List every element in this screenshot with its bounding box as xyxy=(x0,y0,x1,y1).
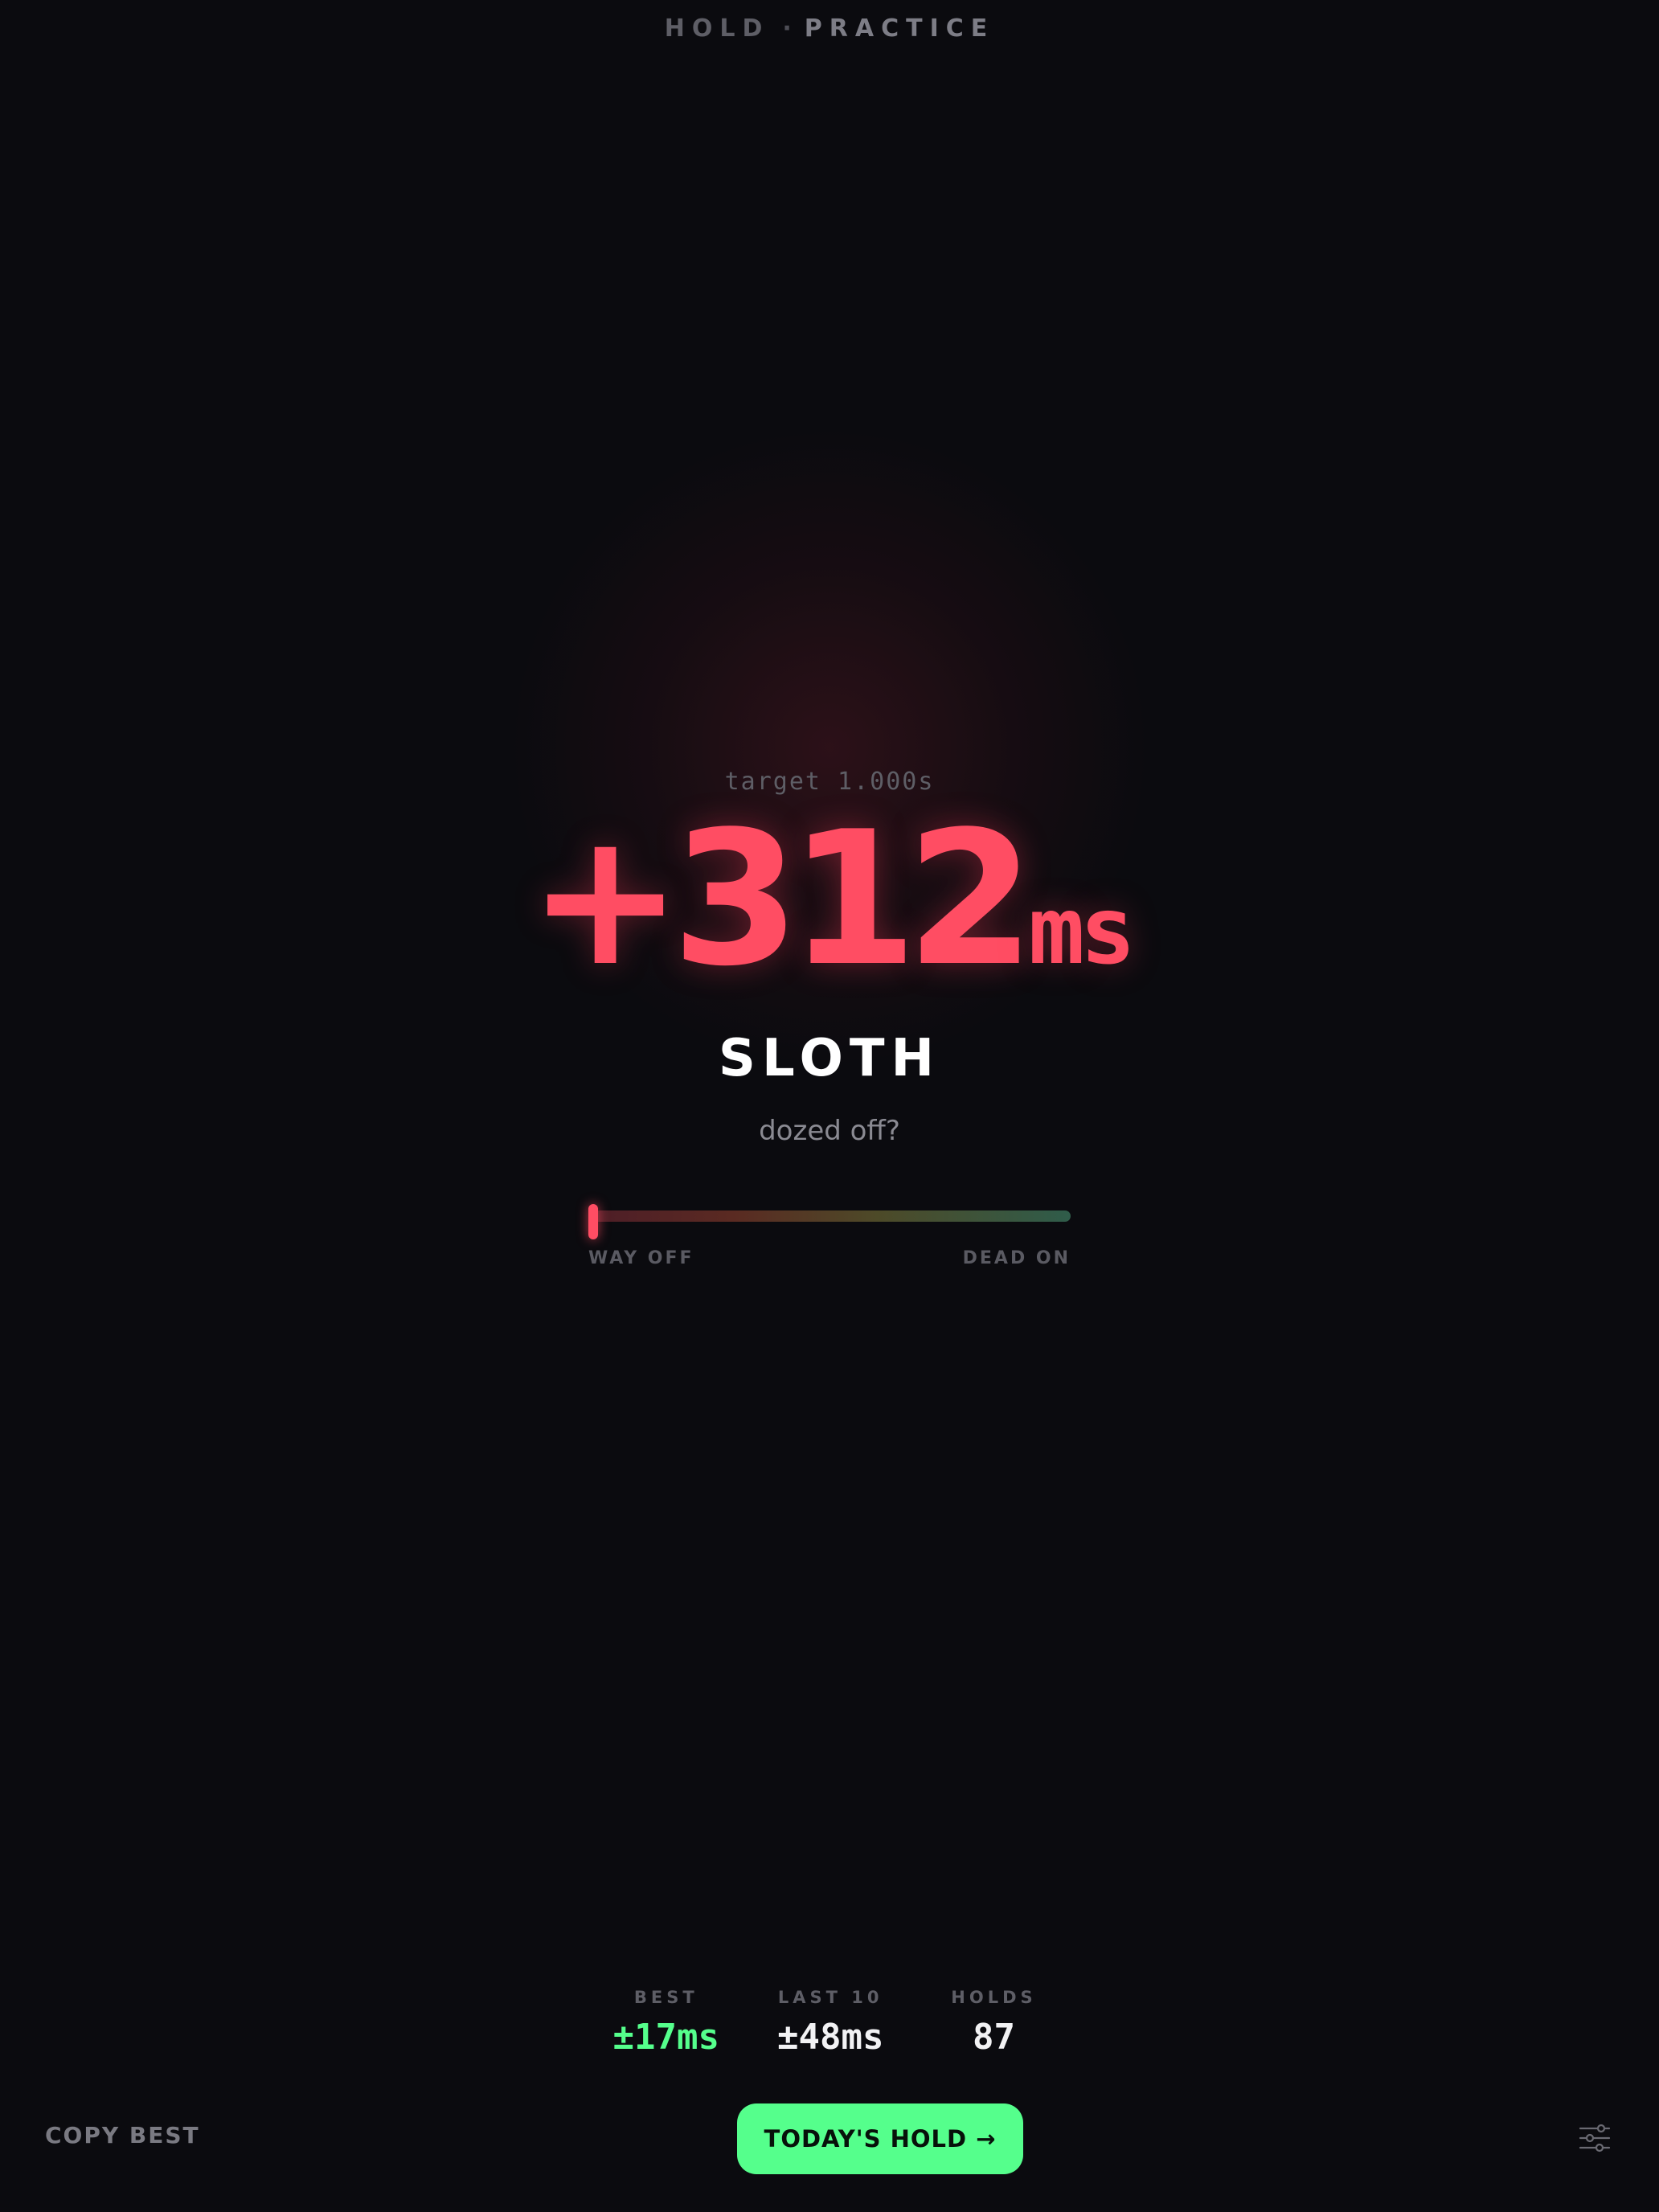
rank-quip: dozed off? xyxy=(759,1115,900,1147)
stat-last-10: LAST 10 ±48ms xyxy=(777,1988,883,2058)
stat-best: BEST ±17ms xyxy=(613,1988,719,2058)
stat-value: 87 xyxy=(972,2017,1015,2058)
todays-hold-button[interactable]: TODAY'S HOLD → xyxy=(737,2103,1023,2174)
copy-best-button[interactable]: COPY BEST xyxy=(45,2122,200,2149)
stat-value: ±17ms xyxy=(612,2017,719,2058)
stat-value: ±48ms xyxy=(777,2017,884,2058)
target-time: target 1.000s xyxy=(724,768,935,796)
stat-label: HOLDS xyxy=(951,1988,1037,2007)
stats-row: BEST ±17ms LAST 10 ±48ms HOLDS 87 xyxy=(0,1988,1659,2058)
result-delta: +312ms xyxy=(0,808,1659,993)
stat-holds: HOLDS 87 xyxy=(941,1988,1046,2058)
delta-unit: ms xyxy=(1028,877,1137,985)
page-header: HOLD · PRACTICE xyxy=(0,14,1659,43)
delta-value: +312 xyxy=(527,793,1035,1007)
meter-label-way-off: WAY OFF xyxy=(588,1248,694,1268)
stat-label: BEST xyxy=(633,1988,698,2007)
mode-label: PRACTICE xyxy=(804,14,995,43)
rank-title: SLOTH xyxy=(718,1029,941,1088)
accuracy-meter xyxy=(588,1204,1071,1239)
sliders-icon-graphic xyxy=(1579,2124,1611,2153)
sliders-icon[interactable] xyxy=(1579,2124,1611,2153)
game-screen: HOLD · PRACTICE target 1.000s +312ms SLOTH… xyxy=(0,0,1659,2212)
header-separator: · xyxy=(782,14,792,43)
meter-label-dead-on: DEAD ON xyxy=(962,1248,1071,1268)
stat-label: LAST 10 xyxy=(777,1988,883,2007)
app-title: HOLD xyxy=(664,14,770,43)
accuracy-marker xyxy=(588,1204,598,1239)
